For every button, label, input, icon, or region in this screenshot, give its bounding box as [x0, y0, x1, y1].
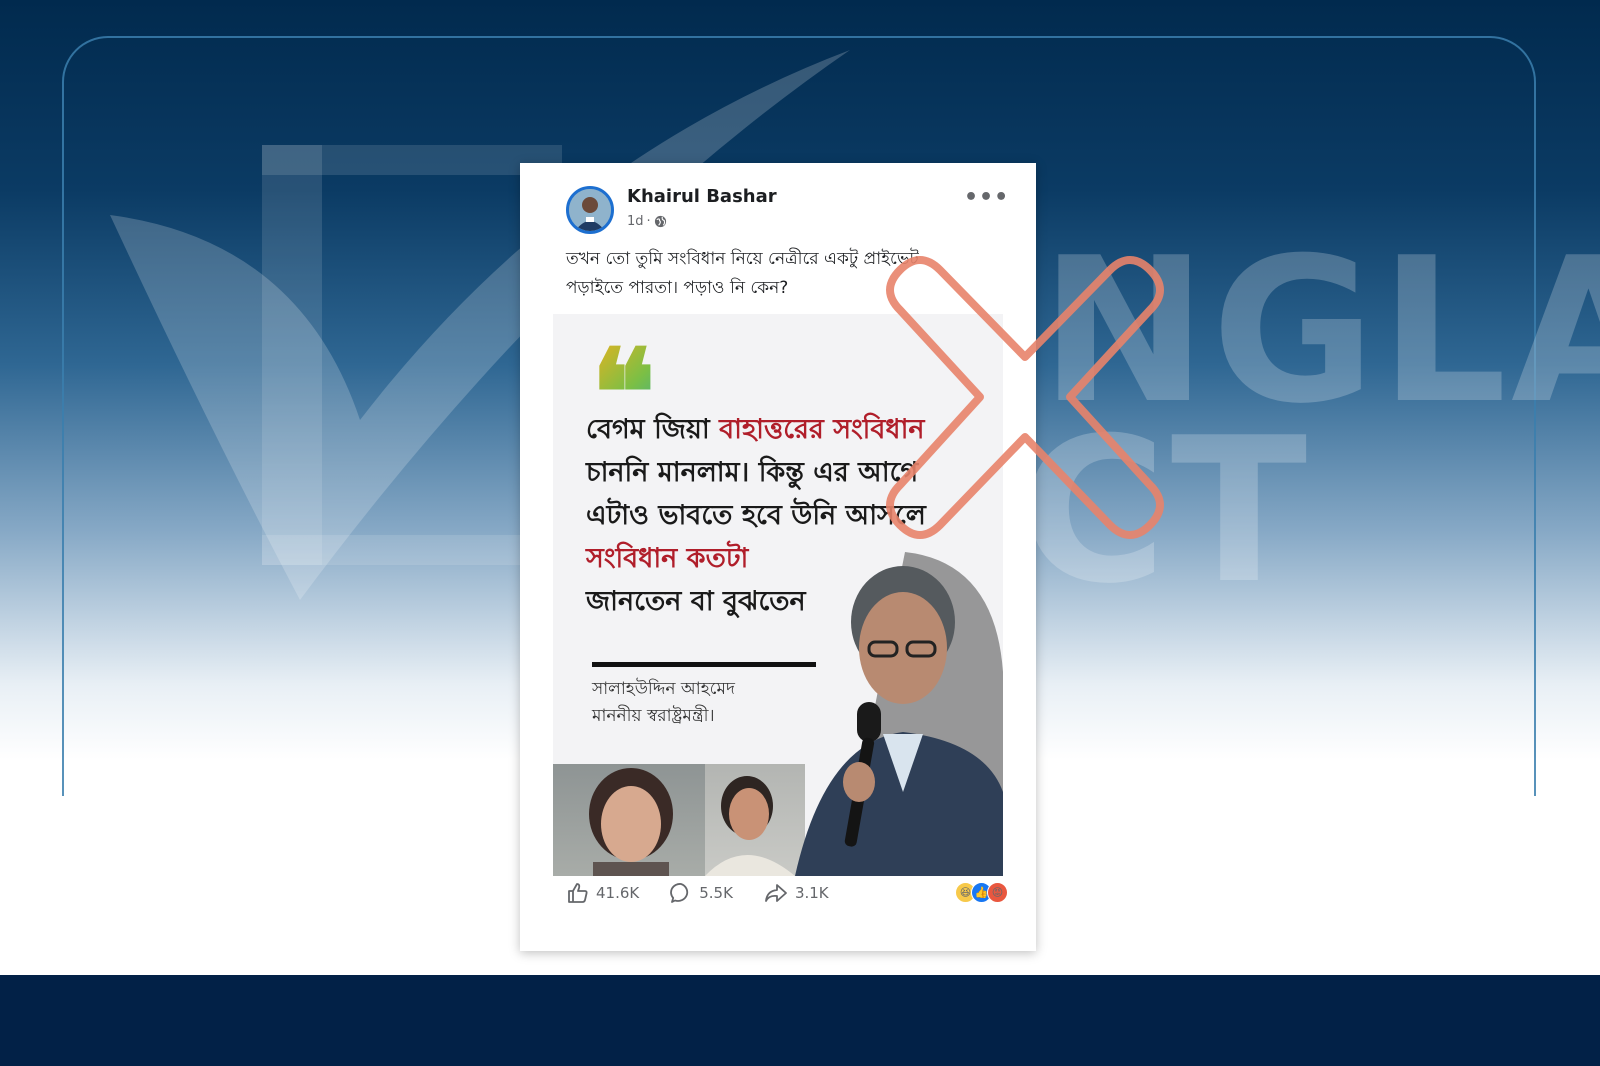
- comment-icon: [670, 883, 689, 903]
- globe-icon: [654, 215, 666, 228]
- like-button[interactable]: 41.6K: [566, 881, 639, 905]
- photo-speaker-with-microphone: [795, 552, 1003, 876]
- post-time[interactable]: 1d: [627, 214, 644, 229]
- share-count: 3.1K: [794, 884, 829, 902]
- comment-count: 5.5K: [699, 884, 733, 902]
- speaker-title: মাননীয় স্বরাষ্ট্রমন্ত্রী।: [592, 706, 715, 726]
- thumbs-up-icon: [568, 883, 588, 903]
- quote-line-5: জানতেন বা বুঝতেন: [586, 586, 806, 617]
- author-name[interactable]: Khairul Bashar: [627, 186, 777, 207]
- signature-divider: [592, 662, 816, 667]
- engagement-bar: 41.6K 5.5K 3.1K 😆 👍 😡: [566, 878, 1008, 908]
- reaction-summary[interactable]: 😆 👍 😡: [955, 882, 1008, 903]
- photo-woman-portrait-1: [553, 764, 705, 876]
- like-count: 41.6K: [596, 884, 640, 902]
- comment-button[interactable]: 5.5K: [669, 881, 733, 905]
- share-icon: [765, 884, 787, 902]
- avatar[interactable]: [566, 186, 614, 234]
- quote-line-1-text: বেগম জিয়া: [586, 414, 720, 445]
- angry-reaction-icon: 😡: [987, 882, 1008, 903]
- speaker-name: সালাহউদ্দিন আহমেদ: [592, 679, 735, 699]
- footer-band: [0, 975, 1600, 1066]
- quote-line-4: সংবিধান কতটা: [586, 543, 749, 574]
- person-icon: [569, 189, 611, 231]
- more-options-button[interactable]: •••: [964, 185, 1009, 210]
- false-x-icon: [886, 256, 1164, 539]
- meta-separator: ·: [646, 214, 651, 229]
- post-meta: 1d ·: [627, 214, 667, 229]
- share-button[interactable]: 3.1K: [763, 881, 829, 905]
